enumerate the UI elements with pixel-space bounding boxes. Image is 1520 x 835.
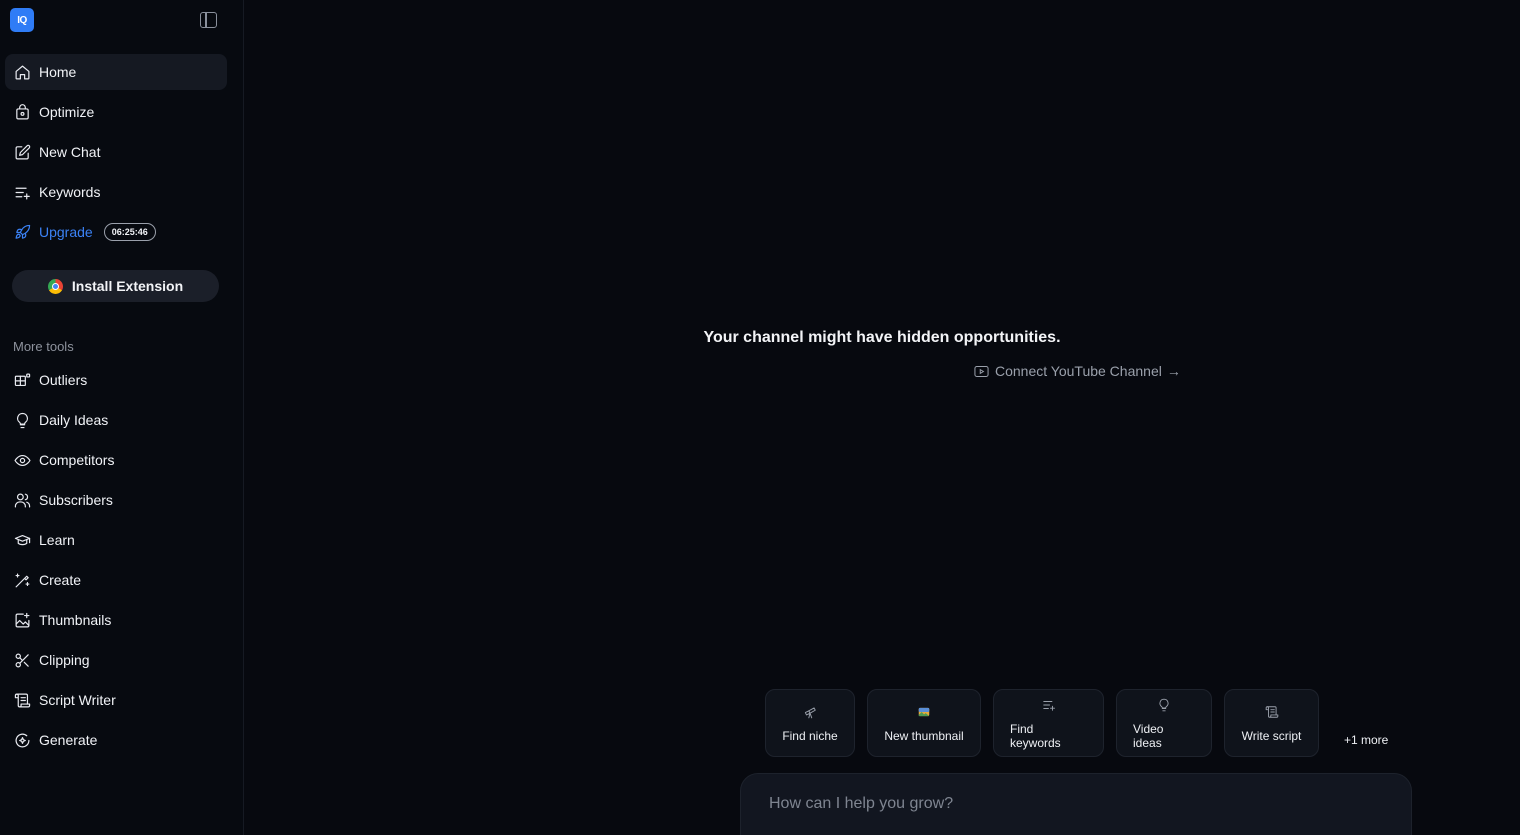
sidebar-item-label: Competitors [39, 452, 115, 468]
home-icon [13, 63, 31, 81]
install-extension-button[interactable]: Install Extension [12, 270, 219, 302]
sidebar-item-thumbnails[interactable]: Thumbnails [5, 602, 227, 638]
sparkle-circle-icon [13, 731, 31, 749]
sidebar-item-label: Clipping [39, 652, 90, 668]
app-logo[interactable]: IQ [10, 8, 34, 32]
sidebar-item-new-chat[interactable]: New Chat [5, 134, 227, 170]
hero-title: Your channel might have hidden opportuni… [703, 329, 1061, 346]
upgrade-timer-badge: 06:25:46 [103, 223, 156, 241]
sidebar-item-competitors[interactable]: Competitors [5, 442, 227, 478]
chat-input[interactable] [769, 792, 1369, 816]
sidebar-item-label: Home [39, 64, 77, 80]
sidebar-item-daily-ideas[interactable]: Daily Ideas [5, 402, 227, 438]
sidebar-item-label: Subscribers [39, 492, 113, 508]
chip-label: Find niche [782, 728, 838, 743]
users-icon [13, 491, 31, 509]
chip-label: Write script [1241, 728, 1302, 743]
upgrade-label: Upgrade [39, 224, 93, 240]
sidebar-item-label: Outliers [39, 372, 88, 388]
sidebar-item-subscribers[interactable]: Subscribers [5, 482, 227, 518]
image-icon [13, 611, 31, 629]
chat-composer [740, 773, 1412, 835]
telescope-icon [803, 704, 817, 720]
chip-video-ideas[interactable]: Video ideas [1116, 689, 1212, 757]
install-extension-label: Install Extension [71, 278, 184, 294]
sidebar-item-home[interactable]: Home [5, 54, 227, 90]
main-content: Your channel might have hidden opportuni… [244, 0, 1520, 835]
sidebar-item-generate[interactable]: Generate [5, 722, 227, 758]
bag-icon [13, 103, 31, 121]
sidebar-item-optimize[interactable]: Optimize [5, 94, 227, 130]
sidebar-item-label: Keywords [39, 184, 101, 200]
list-plus-icon [13, 183, 31, 201]
sidebar-item-label: Thumbnails [39, 612, 112, 628]
sidebar-item-label: Generate [39, 732, 98, 748]
sidebar: IQ Home Optimize New Chat Keywords Upgra… [0, 0, 244, 835]
eye-icon [13, 451, 31, 469]
chip-new-thumbnail[interactable]: New thumbnail [867, 689, 981, 757]
more-chips-button[interactable]: +1 more [1344, 733, 1388, 747]
chip-label: New thumbnail [884, 728, 964, 743]
sidebar-item-keywords[interactable]: Keywords [5, 174, 227, 210]
sidebar-toggle-icon[interactable] [200, 12, 217, 28]
scissors-icon [13, 651, 31, 669]
sidebar-item-label: Daily Ideas [39, 412, 109, 428]
connect-youtube-link[interactable]: Connect YouTube Channel → [974, 363, 1181, 379]
sidebar-item-create[interactable]: Create [5, 562, 227, 598]
sidebar-item-clipping[interactable]: Clipping [5, 642, 227, 678]
outliers-icon [13, 371, 31, 389]
more-tools-heading: More tools [13, 339, 74, 354]
chrome-icon [47, 278, 63, 294]
rocket-icon [13, 223, 31, 241]
sidebar-item-outliers[interactable]: Outliers [5, 362, 227, 398]
arrow-right-icon: → [1166, 363, 1181, 379]
sidebar-item-label: New Chat [39, 144, 101, 160]
chip-label: Video ideas [1133, 721, 1164, 750]
list-plus-icon [1042, 697, 1056, 713]
scroll-icon [13, 691, 31, 709]
sidebar-item-label: Create [39, 572, 82, 588]
app-root: IQ Home Optimize New Chat Keywords Upgra… [0, 0, 1520, 835]
chip-label: Find keywords [1010, 721, 1061, 750]
edit-icon [13, 143, 31, 161]
lightbulb-icon [13, 411, 31, 429]
sidebar-item-upgrade[interactable]: Upgrade 06:25:46 [5, 214, 227, 250]
sidebar-item-script-writer[interactable]: Script Writer [5, 682, 227, 718]
magic-pen-icon [13, 571, 31, 589]
sidebar-item-label: Learn [39, 532, 75, 548]
scroll-icon [1265, 704, 1279, 720]
graduation-cap-icon [13, 531, 31, 549]
lightbulb-icon [1157, 697, 1171, 713]
sidebar-item-label: Script Writer [39, 692, 116, 708]
picture-icon [917, 704, 931, 720]
sidebar-item-label: Optimize [39, 104, 95, 120]
sidebar-item-learn[interactable]: Learn [5, 522, 227, 558]
chip-write-script[interactable]: Write script [1224, 689, 1319, 757]
chip-find-keywords[interactable]: Find keywords [993, 689, 1104, 757]
video-icon [974, 365, 989, 377]
suggestion-chips: Find niche New thumbnail Find keywords V… [765, 689, 1388, 757]
chip-find-niche[interactable]: Find niche [765, 689, 855, 757]
connect-youtube-label: Connect YouTube Channel [995, 363, 1162, 379]
